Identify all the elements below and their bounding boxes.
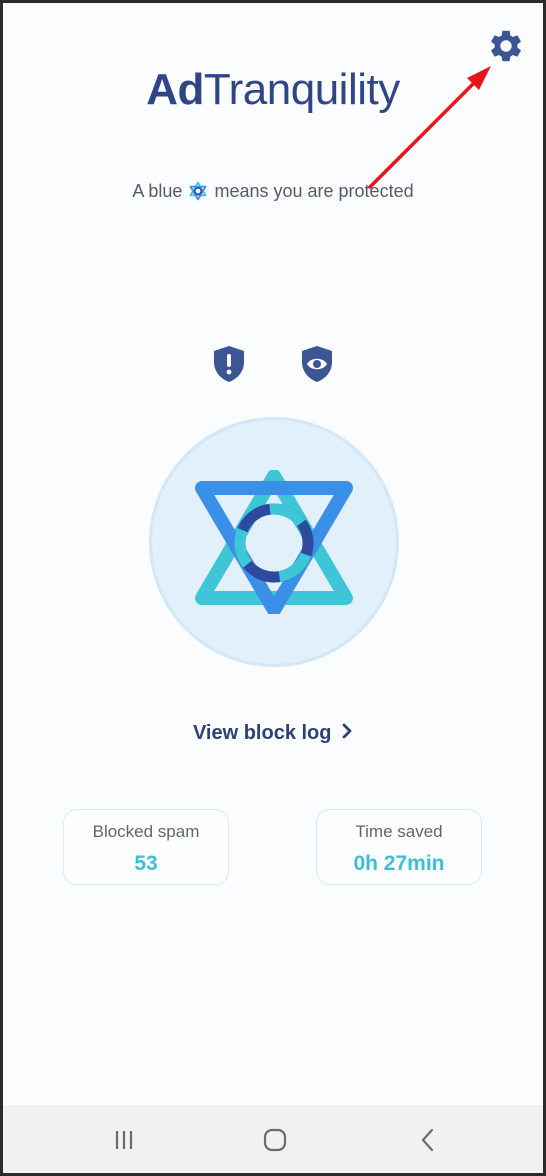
star-logo-icon (195, 470, 353, 614)
blocked-spam-label: Blocked spam (92, 822, 200, 841)
view-block-log-label: View block log (192, 722, 332, 744)
gear-icon (491, 30, 521, 62)
system-navigation-bar (3, 1105, 543, 1173)
time-saved-card: Time saved 0h 27min (316, 809, 482, 885)
shield-alert-button[interactable] (212, 345, 246, 383)
home-button[interactable] (260, 1125, 290, 1155)
blocked-spam-value: 53 (134, 852, 158, 875)
shield-alert-icon (214, 346, 244, 382)
logo-regular-text: Tranquility (203, 65, 400, 114)
tagline-after: means you are protected (214, 181, 414, 201)
back-button[interactable] (413, 1125, 443, 1155)
recent-apps-icon (115, 1131, 133, 1149)
blocked-spam-card: Blocked spam 53 (63, 809, 229, 885)
time-saved-value: 0h 27min (353, 852, 445, 875)
tagline: A blue means you are protected (3, 181, 543, 202)
chevron-right-icon (341, 722, 353, 745)
protection-toggle[interactable] (149, 417, 399, 667)
logo-bold-text: Ad (146, 65, 204, 114)
back-icon (421, 1128, 434, 1152)
settings-button[interactable] (487, 27, 525, 65)
app-screen: AdTranquility A blue means you are prote… (3, 3, 543, 1173)
eye-shield-button[interactable] (300, 345, 334, 383)
time-saved-label: Time saved (355, 822, 443, 841)
tagline-before: A blue (132, 181, 183, 201)
view-block-log-link[interactable]: View block log (3, 722, 543, 745)
app-logo: AdTranquility (3, 65, 543, 115)
eye-icon (302, 346, 332, 382)
star-logo-mini-icon (189, 181, 207, 201)
recent-apps-button[interactable] (109, 1125, 139, 1155)
home-icon (263, 1128, 287, 1152)
